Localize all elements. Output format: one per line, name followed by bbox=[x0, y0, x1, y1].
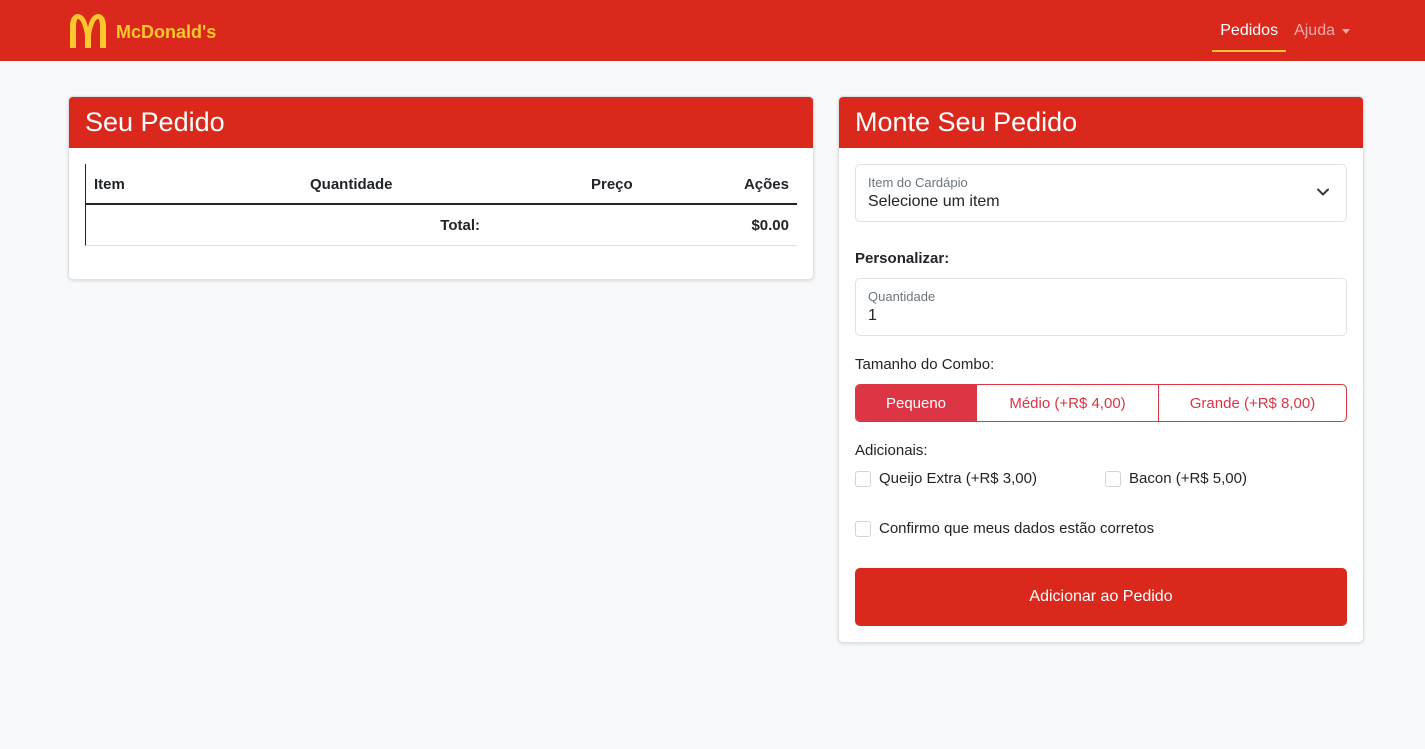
column-item: Item bbox=[94, 176, 125, 193]
total-label: Total: bbox=[440, 217, 480, 234]
order-card: Seu Pedido Item Quantidade Preço Ações T… bbox=[68, 96, 814, 280]
confirm-data[interactable]: Confirmo que meus dados estão corretos bbox=[855, 520, 1154, 537]
total-value: $0.00 bbox=[751, 217, 789, 234]
quantity-input[interactable]: Quantidade 1 bbox=[855, 278, 1347, 336]
nav-menu: Pedidos Ajuda bbox=[1212, 0, 1358, 61]
confirm-label: Confirmo que meus dados estão corretos bbox=[879, 520, 1155, 537]
addons-label: Adicionais: bbox=[855, 442, 928, 459]
addon-bacon[interactable]: Bacon (+R$ 5,00) bbox=[1105, 470, 1247, 487]
addon-queijo-extra[interactable]: Queijo Extra (+R$ 3,00) bbox=[855, 470, 1037, 487]
column-quantity: Quantidade bbox=[310, 176, 393, 193]
column-actions: Ações bbox=[743, 176, 789, 193]
nav-pedidos[interactable]: Pedidos bbox=[1212, 0, 1286, 61]
brand-name: McDonald's bbox=[116, 21, 217, 42]
chevron-down-icon bbox=[1317, 188, 1329, 196]
addon-queijo-checkbox[interactable] bbox=[855, 470, 871, 487]
golden-arches-icon bbox=[70, 14, 106, 48]
navbar: McDonald's Pedidos Ajuda bbox=[0, 0, 1425, 61]
menu-item-label: Item do Cardápio bbox=[868, 175, 968, 190]
quantity-value: 1 bbox=[868, 307, 877, 324]
menu-item-value: Selecione um item bbox=[868, 193, 1000, 210]
column-price: Preço bbox=[591, 176, 633, 193]
menu-item-select[interactable]: Item do Cardápio Selecione um item bbox=[855, 164, 1347, 222]
confirm-checkbox[interactable] bbox=[855, 520, 871, 537]
combo-size-group: Pequeno Médio (+R$ 4,00) Grande (+R$ 8,0… bbox=[855, 384, 1347, 422]
brand-link[interactable]: McDonald's bbox=[67, 13, 216, 49]
combo-option-grande[interactable]: Grande (+R$ 8,00) bbox=[1159, 385, 1346, 421]
build-order-card: Monte Seu Pedido Item do Cardápio Seleci… bbox=[838, 96, 1364, 643]
combo-option-pequeno[interactable]: Pequeno bbox=[856, 385, 977, 421]
order-table: Item Quantidade Preço Ações Total: $0.00 bbox=[85, 164, 797, 246]
quantity-label: Quantidade bbox=[868, 289, 936, 304]
nav-ajuda-dropdown[interactable]: Ajuda bbox=[1286, 0, 1358, 61]
addon-queijo-label: Queijo Extra (+R$ 3,00) bbox=[879, 470, 1037, 487]
order-table-header: Item Quantidade Preço Ações bbox=[85, 164, 797, 205]
addon-bacon-label: Bacon (+R$ 5,00) bbox=[1129, 470, 1247, 487]
order-card-title: Seu Pedido bbox=[69, 97, 813, 148]
customize-label: Personalizar: bbox=[855, 250, 950, 267]
combo-size-label: Tamanho do Combo: bbox=[855, 356, 995, 373]
nav-ajuda-label: Ajuda bbox=[1294, 21, 1335, 39]
combo-option-medio[interactable]: Médio (+R$ 4,00) bbox=[977, 385, 1159, 421]
add-to-order-button[interactable]: Adicionar ao Pedido bbox=[855, 568, 1347, 626]
addon-bacon-checkbox[interactable] bbox=[1105, 470, 1121, 487]
order-table-footer: Total: $0.00 bbox=[85, 205, 797, 246]
caret-down-icon bbox=[1342, 28, 1350, 34]
build-card-title: Monte Seu Pedido bbox=[839, 97, 1363, 148]
